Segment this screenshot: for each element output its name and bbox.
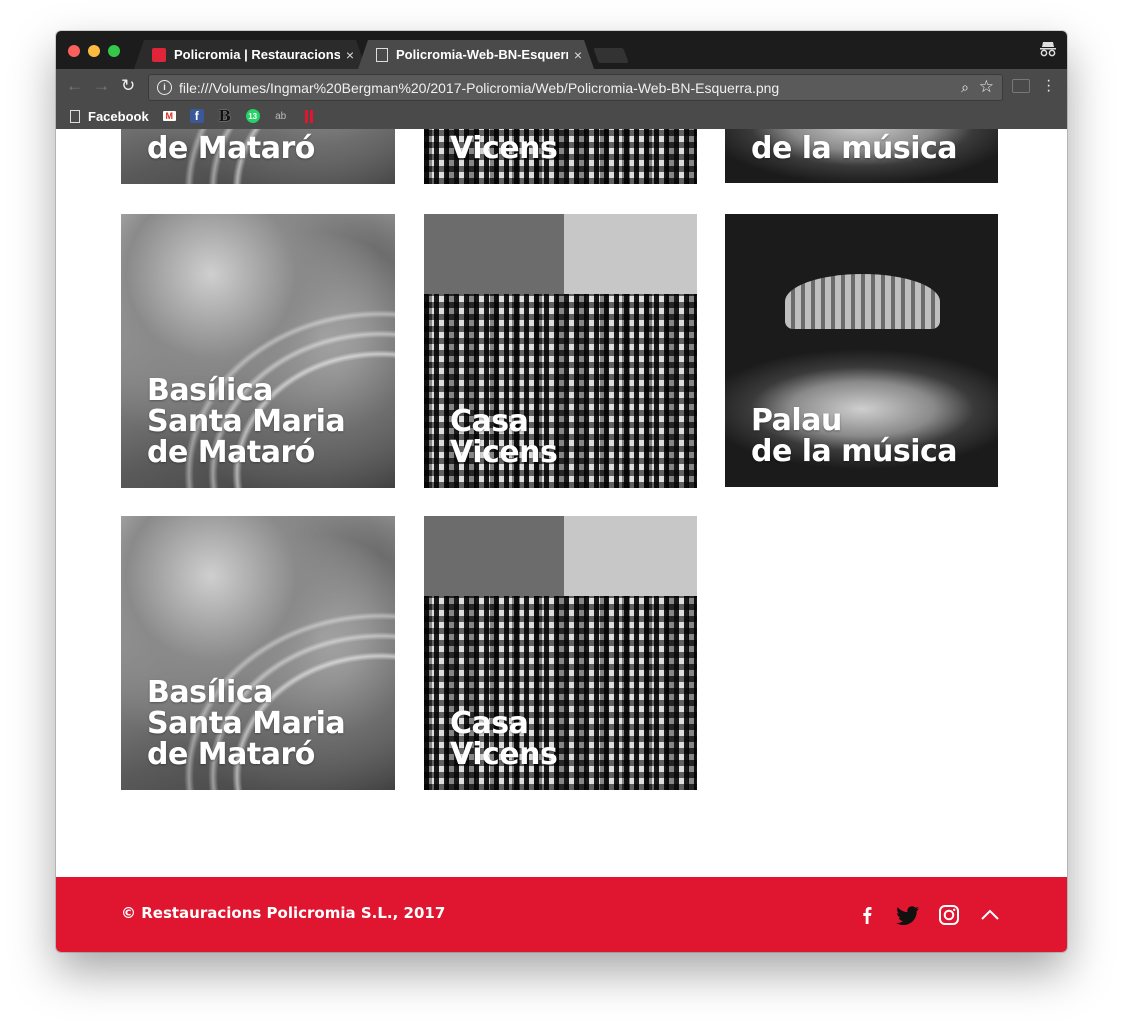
tab-policromia-web-png[interactable]: Policromia-Web-BN-Esquerra. × [358, 40, 594, 69]
bookmark-facebook[interactable]: Facebook [70, 109, 149, 124]
caption-line: Basílica [147, 675, 273, 710]
bookmarks-bar: Facebook M f B 13 ab [56, 103, 1067, 129]
back-arrow-icon[interactable]: ← [66, 77, 83, 94]
caption-line: Santa Maria [147, 404, 346, 439]
caption-line: Santa Maria [147, 706, 346, 741]
close-tab-icon[interactable]: × [574, 47, 582, 63]
gallery-tile-palau[interactable]: Palau de la música [725, 214, 998, 487]
page-icon [70, 109, 80, 123]
cast-icon[interactable] [1012, 79, 1030, 93]
close-window-button[interactable] [68, 45, 80, 57]
tile-caption: Palau de la música [751, 403, 958, 469]
browser-window: Policromia | Restauracions × Policromia-… [56, 31, 1067, 952]
window-controls [68, 45, 120, 57]
ab-icon[interactable]: ab [274, 109, 288, 123]
browser-toolbar: ← → ↻ i file:///Volumes/Ingmar%20Bergman… [56, 69, 1067, 103]
incognito-icon [1040, 42, 1056, 57]
tab-title: Policromia-Web-BN-Esquerra. [396, 47, 568, 62]
document-icon [376, 47, 388, 62]
tab-policromia[interactable]: Policromia | Restauracions × [134, 40, 366, 69]
instagram-icon[interactable] [938, 904, 960, 926]
tile-caption: de Mataró [147, 131, 315, 166]
gallery-tile-basilica[interactable]: Basílica Santa Maria de Mataró [121, 516, 395, 790]
caption-line: de Mataró [147, 435, 315, 470]
forward-arrow-icon[interactable]: → [93, 77, 110, 94]
close-tab-icon[interactable]: × [346, 47, 354, 63]
tile-caption: Basílica Santa Maria de Mataró [147, 675, 346, 772]
url-text[interactable]: file:///Volumes/Ingmar%20Bergman%20/2017… [179, 80, 779, 96]
facebook-icon[interactable]: f [189, 109, 204, 123]
address-bar[interactable]: i file:///Volumes/Ingmar%20Bergman%20/20… [148, 74, 1003, 101]
caption-line: de la música [751, 434, 958, 469]
caption-line: de Mataró [147, 737, 315, 772]
minimize-window-button[interactable] [88, 45, 100, 57]
caption-line: Vicens [450, 435, 558, 470]
tile-caption: Casa Vicens [450, 404, 558, 470]
tile-caption: Vicens [450, 131, 558, 166]
pause-icon[interactable] [302, 109, 316, 123]
info-icon[interactable]: i [157, 80, 172, 95]
caption-line: Palau [751, 403, 842, 438]
tile-caption: Casa Vicens [450, 706, 558, 772]
gmail-icon[interactable]: M [162, 111, 176, 121]
gallery-tile-basilica[interactable]: Basílica Santa Maria de Mataró [121, 214, 395, 488]
bold-b-icon[interactable]: B [218, 107, 232, 125]
tab-title: Policromia | Restauracions [174, 47, 340, 62]
red-square-icon [152, 47, 166, 62]
twitter-icon[interactable] [896, 904, 920, 926]
tile-caption: de la música [751, 131, 958, 166]
caption-line: Casa [450, 706, 529, 741]
maximize-window-button[interactable] [108, 45, 120, 57]
caption-line: Basílica [147, 373, 273, 408]
gallery-tile-casa-vicens[interactable]: Casa Vicens [424, 214, 697, 488]
tab-strip: Policromia | Restauracions × Policromia-… [56, 31, 1067, 69]
caption-line: Vicens [450, 737, 558, 772]
page-content: de Mataró Vicens de la música Basílica S… [56, 129, 1067, 877]
copyright-text: © Restauracions Policromia S.L., 2017 [121, 904, 446, 922]
bookmark-star-icon[interactable]: ☆ [979, 77, 994, 97]
gallery-tile-casa-vicens[interactable]: Casa Vicens [424, 516, 697, 790]
zoom-icon[interactable]: ⌕ [961, 79, 969, 96]
chevron-up-icon[interactable] [979, 904, 1001, 926]
menu-icon[interactable]: · · · [1046, 73, 1051, 99]
tile-caption: Basílica Santa Maria de Mataró [147, 373, 346, 470]
caption-line: Casa [450, 404, 529, 439]
gallery-tile-casa-top[interactable]: Vicens [424, 129, 697, 184]
gallery-tile-palau-top[interactable]: de la música [725, 129, 998, 183]
whatsapp-icon[interactable]: 13 [245, 109, 260, 123]
gallery-tile-basilica-top[interactable]: de Mataró [121, 129, 395, 184]
bookmark-label: Facebook [88, 108, 149, 124]
site-footer: © Restauracions Policromia S.L., 2017 [56, 877, 1067, 952]
facebook-icon[interactable] [856, 904, 878, 926]
reload-icon[interactable]: ↻ [121, 77, 135, 94]
new-tab-button[interactable] [593, 48, 629, 63]
